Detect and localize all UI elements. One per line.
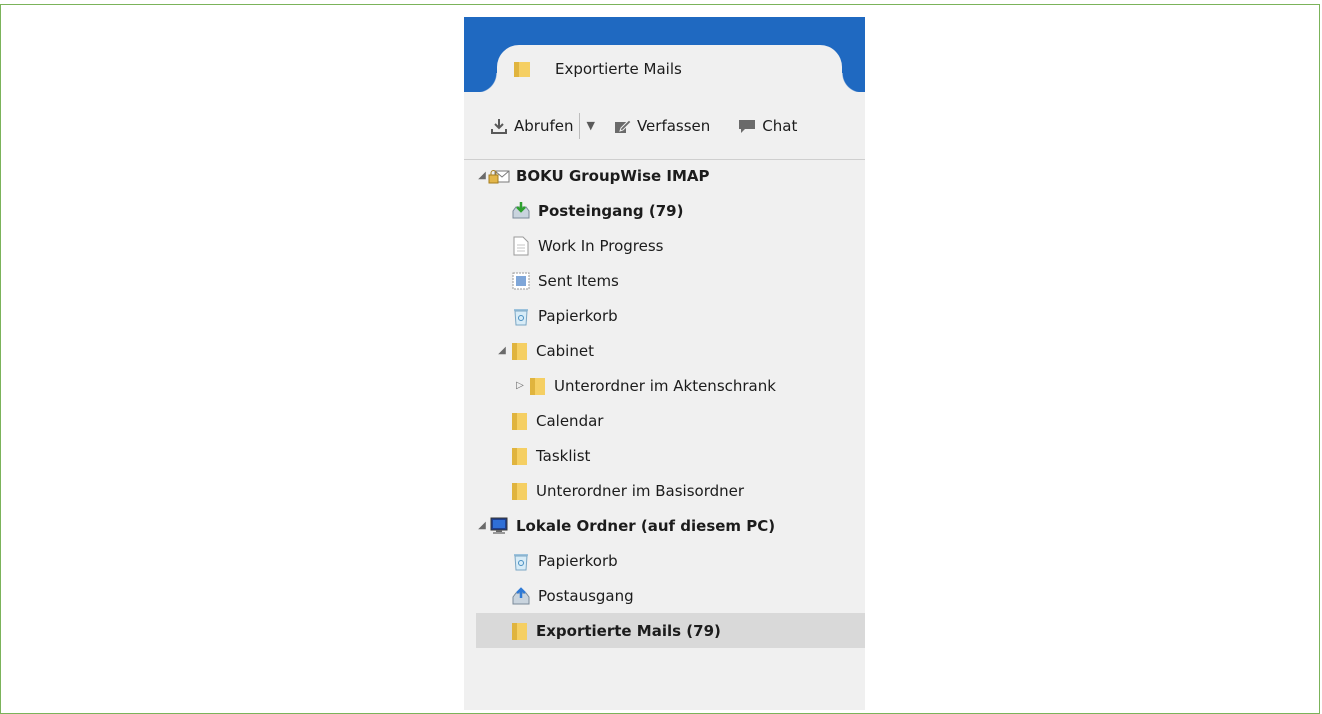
tree-item-local-folders[interactable]: ◢ Lokale Ordner (auf diesem PC) (476, 508, 865, 543)
folder-icon (508, 481, 530, 501)
tree-item-tasklist[interactable]: Tasklist (476, 438, 865, 473)
tree-item-inbox[interactable]: Posteingang (79) (476, 193, 865, 228)
get-messages-button[interactable]: Abrufen (488, 116, 573, 136)
trash-icon (510, 551, 532, 571)
collapse-triangle-icon[interactable]: ◢ (476, 170, 488, 181)
tree-item-label: Tasklist (536, 446, 591, 465)
tree-item-cabinet-subfolder[interactable]: ▷ Unterordner im Aktenschrank (476, 368, 865, 403)
title-bar: Exportierte Mails (464, 17, 865, 93)
tree-item-label: Exportierte Mails (79) (536, 621, 721, 640)
folder-icon (511, 59, 533, 79)
expand-triangle-icon[interactable]: ▷ (514, 380, 526, 391)
inbox-icon (510, 201, 532, 221)
tree-item-label: Lokale Ordner (auf diesem PC) (516, 516, 776, 535)
chat-button[interactable]: Chat (736, 116, 797, 136)
compose-label: Verfassen (636, 116, 711, 135)
folder-icon (508, 446, 530, 466)
folder-icon (508, 411, 530, 431)
chevron-down-icon: ▼ (586, 119, 595, 132)
tree-item-label: Unterordner im Aktenschrank (554, 376, 776, 395)
tree-item-trash[interactable]: Papierkorb (476, 298, 865, 333)
tree-item-label: Calendar (536, 411, 604, 430)
chat-label: Chat (762, 116, 798, 135)
download-icon (488, 116, 510, 136)
tree-item-outbox[interactable]: Postausgang (476, 578, 865, 613)
tree-item-label: Work In Progress (538, 236, 664, 255)
tab-title: Exportierte Mails (555, 60, 682, 78)
tree-item-cabinet[interactable]: ◢ Cabinet (476, 333, 865, 368)
tree-item-label: BOKU GroupWise IMAP (516, 166, 710, 185)
mail-client-window: Exportierte Mails Abrufen ▼ Verfassen Ch… (464, 17, 865, 710)
document-icon (510, 236, 532, 256)
outbox-icon (510, 586, 532, 606)
mail-account-icon (488, 166, 510, 186)
trash-icon (510, 306, 532, 326)
collapse-triangle-icon[interactable]: ◢ (476, 520, 488, 531)
main-toolbar: Abrufen ▼ Verfassen Chat (464, 92, 865, 160)
tree-item-label: Postausgang (538, 586, 634, 605)
tree-item-work-in-progress[interactable]: Work In Progress (476, 228, 865, 263)
get-messages-label: Abrufen (514, 116, 574, 135)
tree-item-exported-mails[interactable]: Exportierte Mails (79) (476, 613, 865, 648)
folder-icon (526, 376, 548, 396)
tree-item-label: Sent Items (538, 271, 619, 290)
folder-icon (508, 341, 530, 361)
tree-item-label: Papierkorb (538, 551, 618, 570)
tree-item-calendar[interactable]: Calendar (476, 403, 865, 438)
folder-icon (508, 621, 530, 641)
tree-item-label: Posteingang (79) (538, 201, 684, 220)
folder-tree: ◢ BOKU GroupWise IMAP Posteingang (79) W… (476, 158, 865, 648)
chat-bubble-icon (736, 116, 758, 136)
pencil-icon (611, 116, 633, 136)
tab-exported-mails[interactable]: Exportierte Mails (477, 45, 862, 93)
tree-item-base-subfolder[interactable]: Unterordner im Basisordner (476, 473, 865, 508)
tree-item-label: Papierkorb (538, 306, 618, 325)
compose-button[interactable]: Verfassen (611, 116, 710, 136)
tree-item-label: Unterordner im Basisordner (536, 481, 745, 500)
get-messages-dropdown[interactable]: ▼ (586, 119, 594, 132)
computer-icon (488, 516, 510, 536)
sent-stamp-icon (510, 271, 532, 291)
tree-item-local-trash[interactable]: Papierkorb (476, 543, 865, 578)
tree-item-sent-items[interactable]: Sent Items (476, 263, 865, 298)
toolbar-separator (579, 112, 581, 139)
tree-item-account-groupwise[interactable]: ◢ BOKU GroupWise IMAP (476, 158, 865, 193)
tree-item-label: Cabinet (536, 341, 594, 360)
collapse-triangle-icon[interactable]: ◢ (496, 345, 508, 356)
